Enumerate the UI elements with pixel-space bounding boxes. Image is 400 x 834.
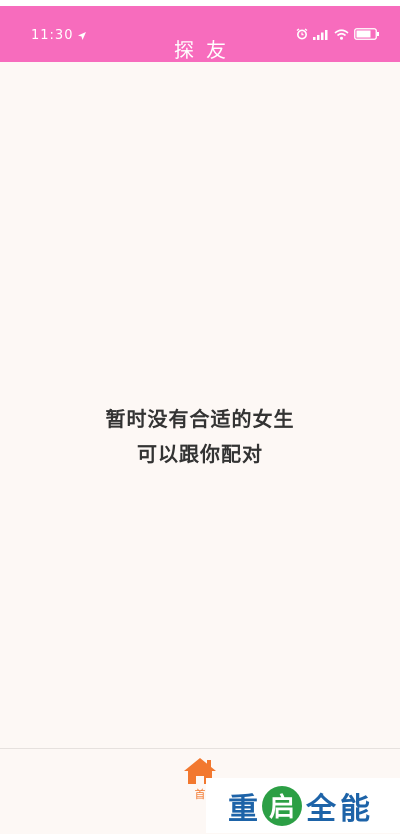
tab-home-label: 首 — [194, 788, 206, 801]
empty-state-message: 暂时没有合适的女生 可以跟你配对 — [0, 402, 400, 472]
watermark-badge: 启 — [262, 785, 302, 826]
alarm-icon — [296, 28, 308, 40]
empty-message-line-2: 可以跟你配对 — [137, 442, 263, 466]
status-icons — [296, 28, 380, 40]
watermark-logo: 重 启 全 能 — [206, 778, 400, 833]
battery-icon — [354, 28, 379, 40]
main-content: 暂时没有合适的女生 可以跟你配对 — [0, 62, 400, 748]
watermark-char: 重 — [228, 791, 258, 827]
empty-message-line-1: 暂时没有合适的女生 — [105, 407, 295, 431]
signal-icon — [313, 29, 328, 40]
wifi-icon — [334, 28, 349, 40]
app-header: 11:30 探友 — [0, 6, 400, 62]
watermark-char: 全 — [306, 791, 336, 827]
watermark-char: 能 — [340, 791, 370, 827]
